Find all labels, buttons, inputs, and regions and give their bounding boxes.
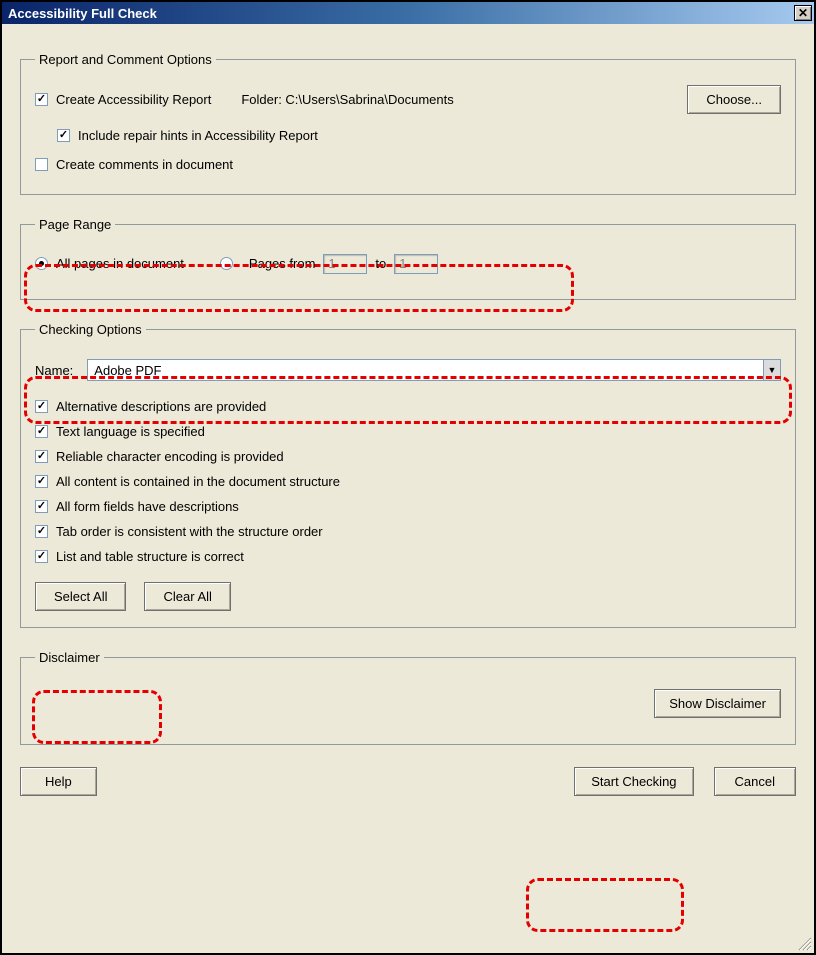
create-report-checkbox[interactable] — [35, 93, 48, 106]
checking-option-row: Text language is specified — [35, 424, 781, 439]
report-options-group: Report and Comment Options Create Access… — [20, 52, 796, 195]
close-icon: ✕ — [798, 6, 808, 20]
all-pages-radio[interactable] — [35, 257, 48, 270]
disclaimer-legend: Disclaimer — [35, 650, 104, 665]
checking-option-label: Reliable character encoding is provided — [56, 449, 284, 464]
pages-from-label: Pages from — [249, 256, 315, 271]
chevron-down-icon: ▼ — [763, 360, 780, 380]
cancel-button[interactable]: Cancel — [714, 767, 796, 796]
page-from-input[interactable] — [323, 254, 367, 274]
name-value: Adobe PDF — [94, 363, 161, 378]
create-comments-label: Create comments in document — [56, 157, 233, 172]
name-combobox[interactable]: Adobe PDF ▼ — [87, 359, 781, 381]
start-checking-button[interactable]: Start Checking — [574, 767, 693, 796]
close-button[interactable]: ✕ — [794, 5, 812, 21]
page-range-group: Page Range All pages in document Pages f… — [20, 217, 796, 300]
page-to-input[interactable] — [394, 254, 438, 274]
create-comments-checkbox[interactable] — [35, 158, 48, 171]
checking-option-row: Tab order is consistent with the structu… — [35, 524, 781, 539]
checking-option-checkbox[interactable] — [35, 500, 48, 513]
disclaimer-group: Disclaimer Show Disclaimer — [20, 650, 796, 745]
help-button[interactable]: Help — [20, 767, 97, 796]
folder-path-label: Folder: C:\Users\Sabrina\Documents — [241, 92, 453, 107]
checking-option-checkbox[interactable] — [35, 475, 48, 488]
select-all-button[interactable]: Select All — [35, 582, 126, 611]
include-hints-label: Include repair hints in Accessibility Re… — [78, 128, 318, 143]
checking-option-row: Reliable character encoding is provided — [35, 449, 781, 464]
include-hints-checkbox[interactable] — [57, 129, 70, 142]
clear-all-button[interactable]: Clear All — [144, 582, 230, 611]
page-range-legend: Page Range — [35, 217, 115, 232]
checking-option-label: Alternative descriptions are provided — [56, 399, 266, 414]
all-pages-label: All pages in document — [56, 256, 184, 271]
checking-option-row: Alternative descriptions are provided — [35, 399, 781, 414]
name-label: Name: — [35, 363, 73, 378]
pages-from-radio[interactable] — [220, 257, 233, 270]
checking-legend: Checking Options — [35, 322, 146, 337]
show-disclaimer-button[interactable]: Show Disclaimer — [654, 689, 781, 718]
checking-option-row: All form fields have descriptions — [35, 499, 781, 514]
checking-option-label: Text language is specified — [56, 424, 205, 439]
to-label: to — [375, 256, 386, 271]
checking-option-label: All form fields have descriptions — [56, 499, 239, 514]
titlebar: Accessibility Full Check ✕ — [2, 2, 814, 24]
checking-option-row: All content is contained in the document… — [35, 474, 781, 489]
checking-option-checkbox[interactable] — [35, 400, 48, 413]
create-report-label: Create Accessibility Report — [56, 92, 211, 107]
checking-option-label: All content is contained in the document… — [56, 474, 340, 489]
checking-option-checkbox[interactable] — [35, 450, 48, 463]
report-legend: Report and Comment Options — [35, 52, 216, 67]
checking-option-row: List and table structure is correct — [35, 549, 781, 564]
checking-options-group: Checking Options Name: Adobe PDF ▼ Alter… — [20, 322, 796, 628]
choose-folder-button[interactable]: Choose... — [687, 85, 781, 114]
checking-option-checkbox[interactable] — [35, 425, 48, 438]
window-title: Accessibility Full Check — [8, 6, 157, 21]
checking-option-label: List and table structure is correct — [56, 549, 244, 564]
checking-option-checkbox[interactable] — [35, 550, 48, 563]
checking-option-label: Tab order is consistent with the structu… — [56, 524, 323, 539]
checking-option-checkbox[interactable] — [35, 525, 48, 538]
